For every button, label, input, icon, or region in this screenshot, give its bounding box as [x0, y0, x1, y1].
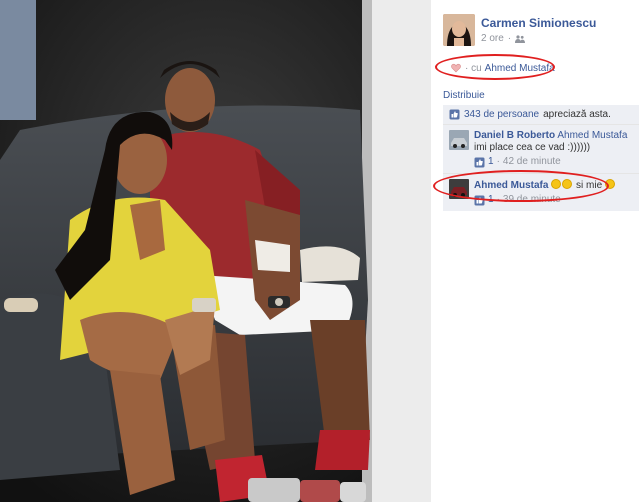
likes-text: apreciază asta. [543, 109, 611, 120]
comment-time[interactable]: 42 de minute [503, 156, 561, 168]
grin-emoji-icon [562, 179, 573, 189]
with-prefix: · cu [465, 62, 482, 74]
meta-separator: · [496, 194, 500, 205]
comment-meta: 1 · 42 de minute [474, 156, 633, 168]
comment-body: Ahmed Mustafa si mie 1 · 39 de minute [474, 179, 633, 206]
feedback-section: 343 de persoane apreciază asta. Daniel B… [433, 105, 639, 211]
comment-time[interactable]: 39 de minute [503, 194, 561, 206]
post-meta: 2 ore · [481, 33, 526, 44]
post-time[interactable]: 2 ore [481, 33, 504, 44]
comment-text: si mie [576, 180, 603, 191]
tagged-with-row: · cu Ahmed Mustafa [435, 54, 639, 80]
couple-photo-image [0, 0, 431, 502]
thumbs-up-icon [474, 195, 485, 205]
comment-text: imi place cea ce vad :)))))) [474, 142, 591, 153]
share-link[interactable]: Distribuie [443, 90, 485, 101]
car-thumbnail-icon [449, 130, 469, 150]
meta-separator: · [507, 33, 512, 44]
commenter-avatar[interactable] [449, 130, 469, 150]
commenter-name[interactable]: Daniel B Roberto [474, 130, 555, 141]
thumbs-up-icon [474, 157, 485, 167]
post-details-panel: Carmen Simionescu 2 ore · · cu Ahmed Mus… [431, 0, 640, 502]
comment-like-count[interactable]: 1 [488, 156, 494, 168]
author-avatar[interactable] [443, 14, 475, 46]
friends-audience-icon[interactable] [515, 34, 526, 43]
car-thumbnail-icon [449, 179, 469, 199]
comment-body: Daniel B Roberto Ahmed Mustafa imi place… [474, 130, 633, 168]
likes-count-link[interactable]: 343 de persoane [464, 109, 539, 120]
comment-item: Ahmed Mustafa si mie 1 · 39 de minute [433, 170, 639, 211]
commenter-avatar[interactable] [449, 179, 469, 199]
wink-emoji-icon [604, 179, 615, 189]
grin-emoji-icon [551, 179, 562, 189]
meta-separator: · [496, 156, 500, 167]
heart-icon [451, 63, 461, 73]
post-author-name[interactable]: Carmen Simionescu [481, 16, 596, 30]
thumbs-up-icon [449, 109, 460, 120]
post-header: Carmen Simionescu 2 ore · [443, 12, 639, 48]
comment-item: Daniel B Roberto Ahmed Mustafa imi place… [443, 124, 639, 173]
likes-summary: 343 de persoane apreciază asta. [443, 105, 639, 124]
commenter-name[interactable]: Ahmed Mustafa [474, 180, 548, 191]
post-photo[interactable] [0, 0, 431, 502]
comment-meta: 1 · 39 de minute [474, 194, 633, 206]
comment-like-count[interactable]: 1 [488, 194, 494, 206]
tagged-person-link[interactable]: Ahmed Mustafa [485, 63, 555, 74]
comment-mention[interactable]: Ahmed Mustafa [557, 130, 627, 141]
